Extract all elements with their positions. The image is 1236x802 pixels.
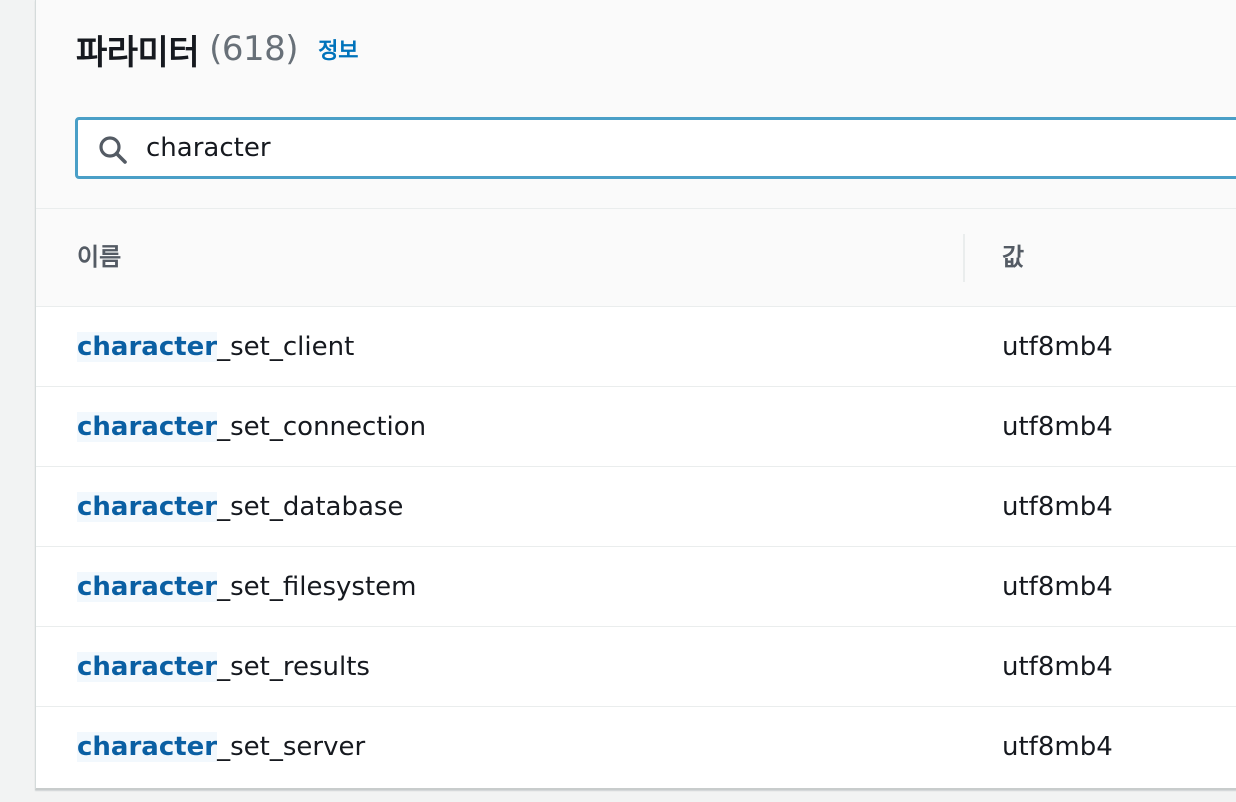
search-match-highlight: character	[77, 652, 218, 682]
parameter-name[interactable]: character_set_filesystem	[77, 547, 416, 626]
title-row: 파라미터 (618) 정보	[76, 24, 359, 74]
parameter-name-rest: _set_results	[217, 652, 370, 682]
search-match-highlight: character	[77, 412, 218, 442]
table-row[interactable]: character_set_results utf8mb4	[36, 627, 1236, 707]
search-icon	[99, 136, 127, 164]
column-divider[interactable]	[963, 234, 965, 282]
parameters-panel: 파라미터 (618) 정보 이름 값 character_set_client …	[35, 0, 1236, 790]
parameter-name-rest: _set_server	[217, 732, 366, 762]
parameter-name-rest: _set_filesystem	[217, 572, 417, 602]
parameter-name-rest: _set_client	[217, 332, 355, 362]
table-body: character_set_client utf8mb4 character_s…	[36, 307, 1236, 786]
parameter-value: utf8mb4	[1002, 652, 1113, 682]
panel-header: 파라미터 (618) 정보	[36, 0, 1236, 209]
table-row[interactable]: character_set_server utf8mb4	[36, 707, 1236, 786]
search-input[interactable]	[146, 120, 1226, 176]
page-title: 파라미터	[76, 32, 200, 73]
search-box[interactable]	[75, 117, 1236, 179]
column-header-value[interactable]: 값	[1002, 209, 1024, 306]
parameter-name[interactable]: character_set_connection	[77, 387, 426, 466]
search-match-highlight: character	[77, 332, 218, 362]
parameter-value: utf8mb4	[1002, 732, 1113, 762]
parameter-value: utf8mb4	[1002, 572, 1113, 602]
info-link[interactable]: 정보	[318, 33, 358, 65]
parameter-count: (618)	[209, 29, 299, 69]
table-row[interactable]: character_set_connection utf8mb4	[36, 387, 1236, 467]
parameter-name-rest: _set_connection	[217, 412, 427, 442]
column-header-name[interactable]: 이름	[77, 209, 121, 306]
table-row[interactable]: character_set_filesystem utf8mb4	[36, 547, 1236, 627]
table-row[interactable]: character_set_database utf8mb4	[36, 467, 1236, 547]
parameter-name[interactable]: character_set_results	[77, 627, 370, 706]
parameter-value: utf8mb4	[1002, 412, 1113, 442]
search-match-highlight: character	[77, 492, 218, 522]
table-row[interactable]: character_set_client utf8mb4	[36, 307, 1236, 387]
parameter-value: utf8mb4	[1002, 492, 1113, 522]
search-match-highlight: character	[77, 732, 218, 762]
parameter-name[interactable]: character_set_server	[77, 707, 365, 786]
search-match-highlight: character	[77, 572, 218, 602]
parameter-value: utf8mb4	[1002, 332, 1113, 362]
parameter-name[interactable]: character_set_client	[77, 307, 354, 386]
parameter-name-rest: _set_database	[217, 492, 404, 522]
parameter-name[interactable]: character_set_database	[77, 467, 403, 546]
table-header: 이름 값	[36, 209, 1236, 307]
